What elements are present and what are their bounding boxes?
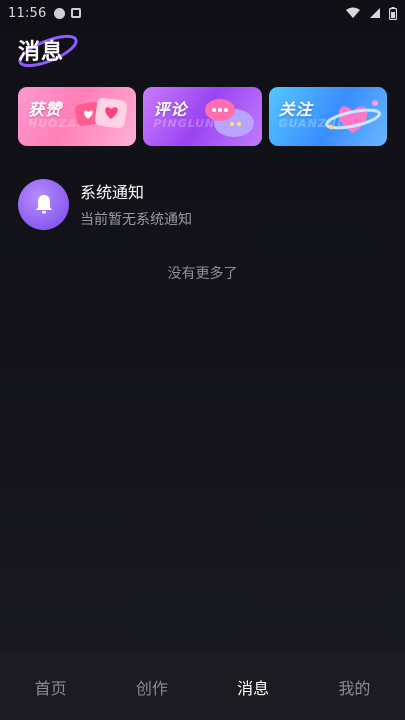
notice-avatar (18, 178, 69, 230)
status-bar: 11:56 (0, 0, 405, 26)
notification-square-icon (71, 8, 82, 18)
battery-icon (389, 6, 397, 20)
comments-card[interactable]: 评论 PINGLUN (143, 87, 262, 146)
notice-subtitle: 当前暂无系统通知 (80, 212, 192, 228)
system-notice-item[interactable]: 系统通知 当前暂无系统通知 (18, 178, 387, 230)
nav-item-create[interactable]: 创作 (101, 675, 202, 699)
notification-dot-icon (54, 7, 66, 19)
status-indicators (345, 6, 397, 20)
heart-planet-icon (325, 100, 381, 133)
speech-bubble-icon (204, 99, 254, 137)
nav-item-profile[interactable]: 我的 (304, 675, 405, 699)
status-notifications (54, 7, 82, 19)
likes-card[interactable]: 获赞 HUOZAN (18, 87, 137, 146)
status-time: 11:56 (8, 5, 47, 21)
signal-icon (370, 8, 380, 18)
nav-item-messages[interactable]: 消息 (203, 675, 304, 699)
bell-icon (35, 195, 52, 214)
page-title: 消息 (18, 40, 65, 65)
nav-item-home[interactable]: 首页 (0, 675, 101, 699)
heart-chat-icon (75, 97, 128, 129)
follow-card[interactable]: 关注 GUANZHU (268, 87, 387, 146)
wifi-icon (346, 7, 360, 18)
category-cards: 获赞 HUOZAN 评论 PINGLUN 关注 GUANZHU (18, 87, 387, 146)
list-end-text: 没有更多了 (167, 266, 238, 282)
notice-title: 系统通知 (80, 183, 145, 202)
notice-text: 系统通知 当前暂无系统通知 (80, 179, 192, 229)
bottom-nav: 首页 创作 消息 我的 (0, 654, 405, 720)
